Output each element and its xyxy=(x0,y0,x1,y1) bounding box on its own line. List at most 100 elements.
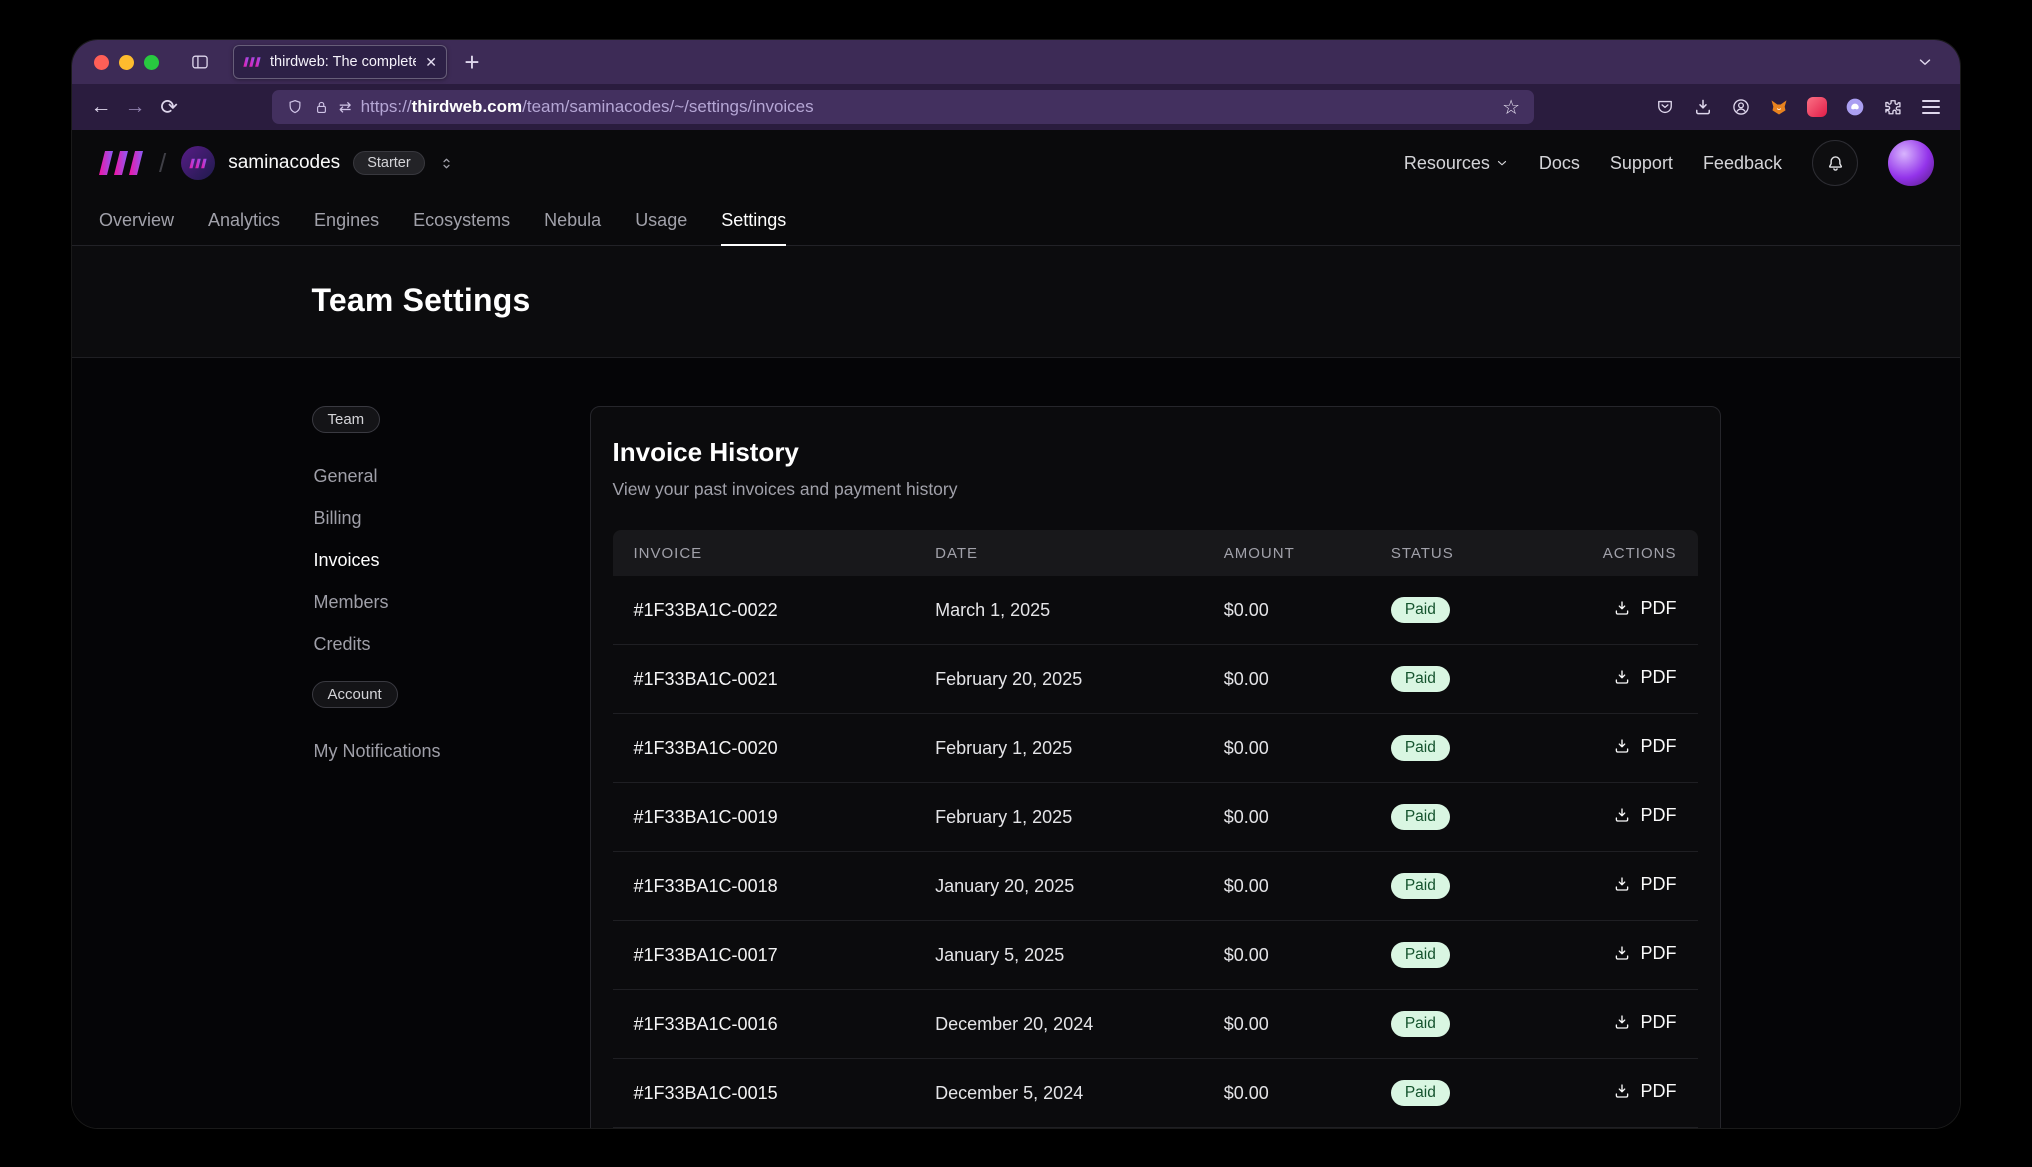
invoice-amount: $0.00 xyxy=(1203,738,1370,759)
notifications-bell-button[interactable] xyxy=(1812,140,1858,186)
download-pdf-button[interactable]: PDF xyxy=(1613,736,1676,757)
back-button[interactable]: ← xyxy=(84,90,118,124)
sidebar-group-account: Account xyxy=(312,681,398,708)
app-header: / saminacodes Starter Resources Docs Sup… xyxy=(72,130,1960,196)
url-bar[interactable]: ⇄ https://thirdweb.com/team/saminacodes/… xyxy=(272,90,1534,124)
firefox-view-button[interactable] xyxy=(183,45,217,79)
tab-close-icon[interactable]: ✕ xyxy=(425,54,437,71)
https-lock-icon[interactable] xyxy=(313,99,330,116)
sidebar-item-my-notifications[interactable]: My Notifications xyxy=(312,730,590,772)
feedback-link[interactable]: Feedback xyxy=(1703,153,1782,174)
bell-icon xyxy=(1825,153,1846,174)
sidebar-item-members[interactable]: Members xyxy=(312,581,590,623)
window-close-button[interactable] xyxy=(94,55,109,70)
toolbar-extensions xyxy=(1648,90,1948,124)
invoice-amount: $0.00 xyxy=(1203,1014,1370,1035)
window-zoom-button[interactable] xyxy=(144,55,159,70)
invoice-history-card: Invoice History View your past invoices … xyxy=(590,406,1721,1128)
col-amount: AMOUNT xyxy=(1203,545,1370,562)
bookmark-star-icon[interactable]: ☆ xyxy=(1502,95,1520,120)
tab-engines[interactable]: Engines xyxy=(297,196,396,245)
forward-button[interactable]: → xyxy=(118,90,152,124)
invoice-date: January 20, 2025 xyxy=(914,876,1203,897)
reload-button[interactable]: ⟳ xyxy=(152,90,186,124)
resources-menu[interactable]: Resources xyxy=(1404,153,1509,174)
extensions-puzzle-icon[interactable] xyxy=(1876,90,1910,124)
metamask-extension-icon[interactable] xyxy=(1762,90,1796,124)
new-tab-button[interactable]: + xyxy=(455,45,489,79)
sidebar-item-general[interactable]: General xyxy=(312,455,590,497)
team-switcher-icon[interactable] xyxy=(438,155,455,172)
thirdweb-logo[interactable] xyxy=(98,150,144,176)
status-cell: Paid xyxy=(1370,1011,1565,1037)
tab-usage[interactable]: Usage xyxy=(618,196,704,245)
card-subtitle: View your past invoices and payment hist… xyxy=(613,479,1698,500)
permissions-icon[interactable]: ⇄ xyxy=(339,98,352,116)
pocket-icon[interactable] xyxy=(1648,90,1682,124)
download-pdf-button[interactable]: PDF xyxy=(1613,1081,1676,1102)
invoice-id: #1F33BA1C-0016 xyxy=(613,1014,915,1035)
app-tab-nav: Overview Analytics Engines Ecosystems Ne… xyxy=(72,196,1960,246)
table-row: #1F33BA1C-0017 January 5, 2025 $0.00 Pai… xyxy=(613,921,1698,990)
status-badge: Paid xyxy=(1391,1080,1450,1106)
invoice-date: January 5, 2025 xyxy=(914,945,1203,966)
tab-nebula[interactable]: Nebula xyxy=(527,196,618,245)
browser-window: thirdweb: The complete web3 d ✕ + ← → ⟳ … xyxy=(72,40,1960,1128)
tab-analytics[interactable]: Analytics xyxy=(191,196,297,245)
invoice-id: #1F33BA1C-0019 xyxy=(613,807,915,828)
card-title: Invoice History xyxy=(613,437,1698,468)
actions-cell: PDF xyxy=(1565,1012,1697,1037)
sidebar-item-billing[interactable]: Billing xyxy=(312,497,590,539)
download-icon xyxy=(1613,737,1631,755)
download-pdf-button[interactable]: PDF xyxy=(1613,874,1676,895)
docs-link[interactable]: Docs xyxy=(1539,153,1580,174)
window-minimize-button[interactable] xyxy=(119,55,134,70)
extension-icon[interactable] xyxy=(1800,90,1834,124)
download-icon xyxy=(1613,875,1631,893)
download-pdf-button[interactable]: PDF xyxy=(1613,1012,1676,1033)
tab-overview[interactable]: Overview xyxy=(82,196,191,245)
sidebar-team-list: General Billing Invoices Members Credits xyxy=(312,455,590,665)
page-title: Team Settings xyxy=(312,282,1721,319)
plan-badge: Starter xyxy=(353,151,425,175)
download-pdf-button[interactable]: PDF xyxy=(1613,667,1676,688)
tab-ecosystems[interactable]: Ecosystems xyxy=(396,196,527,245)
tracking-protection-shield-icon[interactable] xyxy=(286,98,304,116)
download-icon xyxy=(1613,1013,1631,1031)
team-avatar[interactable] xyxy=(181,146,215,180)
phantom-extension-icon[interactable] xyxy=(1838,90,1872,124)
url-path: /team/saminacodes/~/settings/invoices xyxy=(522,97,814,116)
menu-hamburger-icon[interactable] xyxy=(1914,90,1948,124)
download-icon xyxy=(1613,944,1631,962)
browser-tab[interactable]: thirdweb: The complete web3 d ✕ xyxy=(233,45,447,79)
download-pdf-button[interactable]: PDF xyxy=(1613,598,1676,619)
actions-cell: PDF xyxy=(1565,736,1697,761)
sidebar-item-credits[interactable]: Credits xyxy=(312,623,590,665)
table-row: #1F33BA1C-0022 March 1, 2025 $0.00 Paid … xyxy=(613,576,1698,645)
account-icon[interactable] xyxy=(1724,90,1758,124)
download-pdf-button[interactable]: PDF xyxy=(1613,943,1676,964)
tab-title: thirdweb: The complete web3 d xyxy=(270,54,416,70)
list-all-tabs-button[interactable] xyxy=(1908,45,1942,79)
invoice-date: December 20, 2024 xyxy=(914,1014,1203,1035)
team-name[interactable]: saminacodes xyxy=(228,152,340,174)
tab-settings[interactable]: Settings xyxy=(704,196,803,245)
actions-cell: PDF xyxy=(1565,874,1697,899)
sidebar-item-invoices[interactable]: Invoices xyxy=(312,539,590,581)
invoice-id: #1F33BA1C-0018 xyxy=(613,876,915,897)
invoice-date: December 5, 2024 xyxy=(914,1083,1203,1104)
status-cell: Paid xyxy=(1370,942,1565,968)
chevron-down-icon xyxy=(1495,156,1509,170)
invoice-amount: $0.00 xyxy=(1203,669,1370,690)
download-pdf-button[interactable]: PDF xyxy=(1613,805,1676,826)
table-row: #1F33BA1C-0015 December 5, 2024 $0.00 Pa… xyxy=(613,1059,1698,1128)
table-row: #1F33BA1C-0016 December 20, 2024 $0.00 P… xyxy=(613,990,1698,1059)
invoice-date: February 1, 2025 xyxy=(914,738,1203,759)
downloads-icon[interactable] xyxy=(1686,90,1720,124)
invoice-amount: $0.00 xyxy=(1203,807,1370,828)
col-actions: ACTIONS xyxy=(1565,545,1697,562)
user-avatar[interactable] xyxy=(1888,140,1934,186)
support-link[interactable]: Support xyxy=(1610,153,1673,174)
url-text: https://thirdweb.com/team/saminacodes/~/… xyxy=(361,97,814,117)
download-icon xyxy=(1613,1082,1631,1100)
